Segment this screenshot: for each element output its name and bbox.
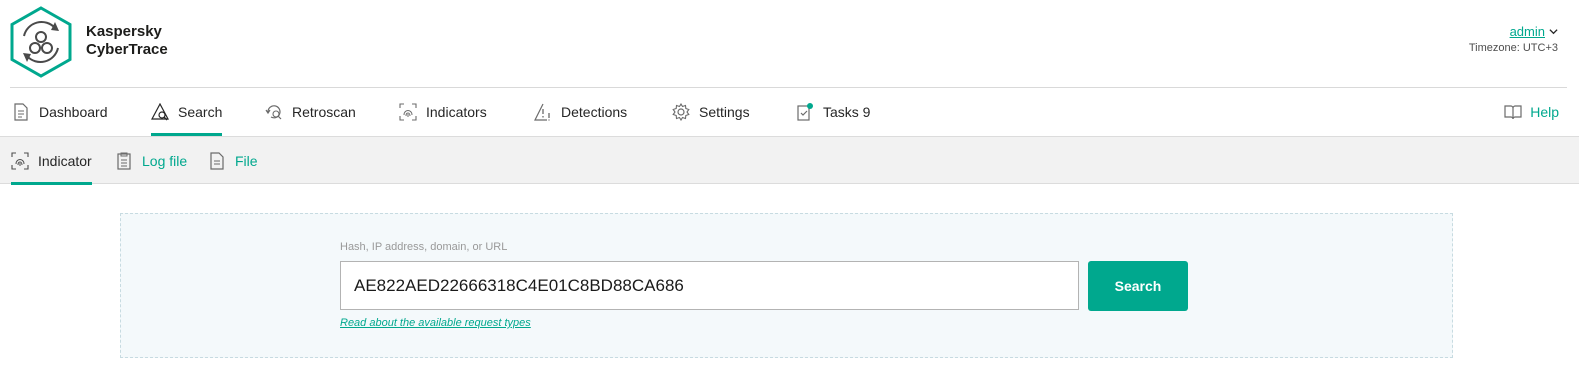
- tab-file-label: File: [235, 152, 258, 169]
- nav-label-indicators: Indicators: [426, 104, 487, 120]
- file-icon: [210, 151, 224, 170]
- nav-label-detections: Detections: [561, 104, 628, 120]
- search-button[interactable]: Search: [1088, 261, 1188, 311]
- help-link[interactable]: Help: [1504, 88, 1559, 136]
- main-nav: Dashboard Search Retroscan Indicators De…: [0, 88, 1579, 136]
- nav-item-settings[interactable]: Settings: [672, 88, 750, 136]
- fingerprint-icon: [11, 151, 29, 170]
- user-menu: admin Timezone: UTC+3: [1469, 24, 1558, 54]
- log-file-icon: [117, 152, 131, 170]
- tab-log-file-label: Log file: [142, 152, 188, 169]
- request-types-link[interactable]: Read about the available request types: [340, 317, 531, 329]
- gear-icon: [672, 103, 690, 121]
- help-label: Help: [1530, 104, 1559, 120]
- tab-indicator-label: Indicator: [38, 152, 92, 169]
- nav-item-search[interactable]: Search: [151, 88, 223, 136]
- nav-label-search: Search: [178, 104, 223, 120]
- nav-item-tasks[interactable]: Tasks 9: [796, 88, 870, 136]
- nav-label-settings: Settings: [699, 104, 750, 120]
- search-field-label: Hash, IP address, domain, or URL: [340, 241, 508, 253]
- user-name-link[interactable]: admin: [1510, 24, 1545, 39]
- nav-item-indicators[interactable]: Indicators: [399, 88, 487, 136]
- nav-item-detections[interactable]: Detections: [534, 88, 627, 136]
- brand-line-1: Kaspersky: [86, 23, 162, 40]
- nav-item-dashboard[interactable]: Dashboard: [12, 88, 108, 136]
- brand-line-2: CyberTrace: [86, 41, 168, 58]
- nav-label-tasks: Tasks 9: [823, 104, 871, 120]
- clipboard-check-icon: [797, 103, 813, 121]
- search-type-tabs: Indicator Log file File: [0, 136, 1579, 185]
- tab-indicator[interactable]: Indicator: [11, 137, 92, 185]
- fingerprint-icon: [399, 103, 417, 121]
- retroscan-icon: [265, 105, 282, 120]
- tab-log-file[interactable]: Log file: [115, 137, 187, 184]
- app-header: Kaspersky CyberTrace admin Timezone: UTC…: [0, 0, 1579, 88]
- nav-item-retroscan[interactable]: Retroscan: [265, 88, 356, 136]
- brand-name: Kaspersky CyberTrace: [86, 23, 168, 59]
- timezone-label: Timezone: UTC+3: [1468, 42, 1558, 54]
- book-icon: [1504, 105, 1522, 120]
- search-icon: [151, 103, 169, 121]
- chevron-down-icon[interactable]: [1549, 27, 1558, 36]
- document-icon: [14, 103, 28, 121]
- tab-file[interactable]: File: [208, 137, 258, 184]
- nav-label-dashboard: Dashboard: [39, 104, 108, 120]
- nav-label-retroscan: Retroscan: [292, 104, 356, 120]
- search-panel: Hash, IP address, domain, or URL Search …: [120, 213, 1453, 358]
- search-input[interactable]: [340, 261, 1079, 310]
- warning-icon: [534, 103, 550, 121]
- logo-icon: [10, 6, 72, 78]
